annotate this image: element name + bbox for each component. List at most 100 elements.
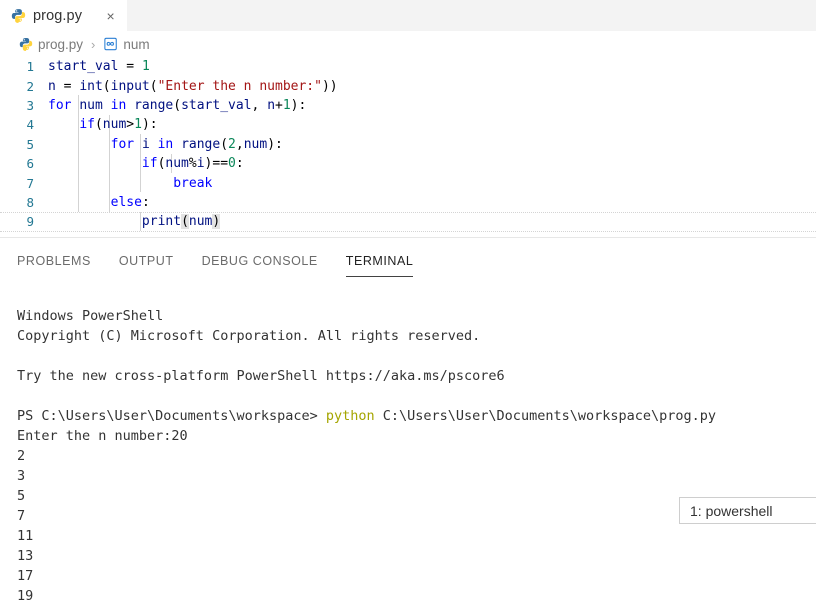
code-token (48, 214, 142, 229)
terminal-line: Windows PowerShell (17, 306, 816, 326)
code-line[interactable]: 5 for i in range(2,num): (0, 135, 816, 154)
code-token: num (79, 98, 110, 113)
code-lines: 1start_val = 12n = int(input("Enter the … (0, 57, 816, 232)
code-token: ): (267, 137, 283, 152)
terminal-line: 13 (17, 546, 816, 566)
code-line-text: print(num) (34, 214, 816, 229)
terminal-text: 7 (17, 508, 25, 524)
terminal-text: Copyright (C) Microsoft Corporation. All… (17, 328, 480, 344)
terminal-text: Enter the n number:20 (17, 428, 188, 444)
code-line[interactable]: 7 break (0, 173, 816, 192)
code-token: num (103, 117, 126, 132)
code-token: 0 (228, 156, 236, 171)
terminal-output[interactable]: Windows PowerShell Copyright (C) Microsof… (0, 306, 816, 612)
editor-tab-label: prog.py (33, 8, 82, 24)
tab-bar-empty-space (127, 0, 816, 31)
code-token: num (244, 137, 267, 152)
code-token: range (134, 98, 173, 113)
line-number: 4 (0, 117, 34, 132)
code-token (48, 117, 79, 132)
code-token: ( (220, 137, 228, 152)
breadcrumb-item-file[interactable]: prog.py (18, 37, 83, 52)
terminal-text: Try the new cross-platform PowerShell ht… (17, 368, 505, 384)
terminal-line: 5 (17, 486, 816, 506)
code-token: 1 (142, 59, 150, 74)
code-token: ( (181, 214, 189, 229)
breadcrumb: prog.py › num (0, 31, 816, 57)
panel-tab-terminal[interactable]: TERMINAL (332, 243, 428, 279)
code-token: for (48, 98, 79, 113)
line-number: 3 (0, 98, 34, 113)
code-line[interactable]: 6 if(num%i)==0: (0, 154, 816, 173)
code-token: ( (95, 117, 103, 132)
panel-tab-label: OUTPUT (119, 254, 174, 268)
code-token: break (173, 176, 212, 191)
code-token: "Enter the n number:" (158, 79, 322, 94)
terminal-text: PS C:\Users\User\Documents\workspace> (17, 408, 326, 424)
terminal-line: Copyright (C) Microsoft Corporation. All… (17, 326, 816, 346)
code-line[interactable]: 3for num in range(start_val, n+1): (0, 96, 816, 115)
terminal-line: 2 (17, 446, 816, 466)
terminal-line: 11 (17, 526, 816, 546)
code-token (48, 156, 142, 171)
code-token: if (79, 117, 95, 132)
terminal-text: Windows PowerShell (17, 308, 163, 324)
code-token: ): (142, 117, 158, 132)
code-line[interactable]: 2n = int(input("Enter the n number:")) (0, 76, 816, 95)
code-token (48, 195, 111, 210)
breadcrumb-file-label: prog.py (38, 37, 83, 52)
code-token: for (111, 137, 142, 152)
terminal-text: 13 (17, 548, 33, 564)
line-number: 1 (0, 59, 34, 74)
code-line-text: if(num>1): (34, 117, 816, 132)
terminal-line: 3 (17, 466, 816, 486)
code-token: : (236, 156, 244, 171)
line-number: 6 (0, 156, 34, 171)
code-line[interactable]: 1start_val = 1 (0, 57, 816, 76)
code-token: if (142, 156, 158, 171)
code-token: start_val (48, 59, 126, 74)
panel-tab-bar: PROBLEMS OUTPUT DEBUG CONSOLE TERMINAL (0, 238, 816, 284)
close-icon[interactable]: × (103, 8, 118, 23)
code-token: range (181, 137, 220, 152)
code-line[interactable]: 4 if(num>1): (0, 115, 816, 134)
terminal-text: C:\Users\User\Documents\workspace\prog.p… (375, 408, 716, 424)
line-number: 5 (0, 137, 34, 152)
code-token: ( (150, 79, 158, 94)
panel-tab-problems[interactable]: PROBLEMS (17, 243, 105, 279)
terminal-line: PS C:\Users\User\Documents\workspace> py… (17, 406, 816, 426)
line-number: 2 (0, 79, 34, 94)
line-number: 7 (0, 176, 34, 191)
vscode-window: prog.py × prog.py › num (0, 0, 816, 612)
editor-tab-prog-py[interactable]: prog.py × (0, 0, 127, 31)
line-number: 9 (0, 214, 34, 229)
python-icon (18, 37, 33, 52)
panel-tab-output[interactable]: OUTPUT (105, 243, 188, 279)
code-token: ( (173, 98, 181, 113)
panel-tab-debug-console[interactable]: DEBUG CONSOLE (188, 243, 332, 279)
variable-symbol-icon (103, 37, 118, 52)
code-token: , (236, 137, 244, 152)
breadcrumb-item-symbol[interactable]: num (103, 37, 149, 52)
terminal-line: Enter the n number:20 (17, 426, 816, 446)
editor-tab-bar: prog.py × (0, 0, 816, 31)
terminal-text: 11 (17, 528, 33, 544)
code-editor[interactable]: 1start_val = 12n = int(input("Enter the … (0, 57, 816, 232)
line-number: 8 (0, 195, 34, 210)
code-line[interactable]: 9 print(num) (0, 212, 816, 231)
code-token: % (189, 156, 197, 171)
code-token: int (79, 79, 102, 94)
code-token: i (197, 156, 205, 171)
code-line-text: start_val = 1 (34, 59, 816, 74)
terminal-line (17, 386, 816, 406)
code-line-text: for num in range(start_val, n+1): (34, 98, 816, 113)
code-token: n (48, 79, 64, 94)
code-line[interactable]: 8 else: (0, 193, 816, 212)
terminal-text: 3 (17, 468, 25, 484)
code-token: in (158, 137, 181, 152)
code-token: : (142, 195, 150, 210)
code-token: i (142, 137, 158, 152)
terminal-line: 17 (17, 566, 816, 586)
panel-tab-label: DEBUG CONSOLE (202, 254, 318, 268)
code-token: > (126, 117, 134, 132)
